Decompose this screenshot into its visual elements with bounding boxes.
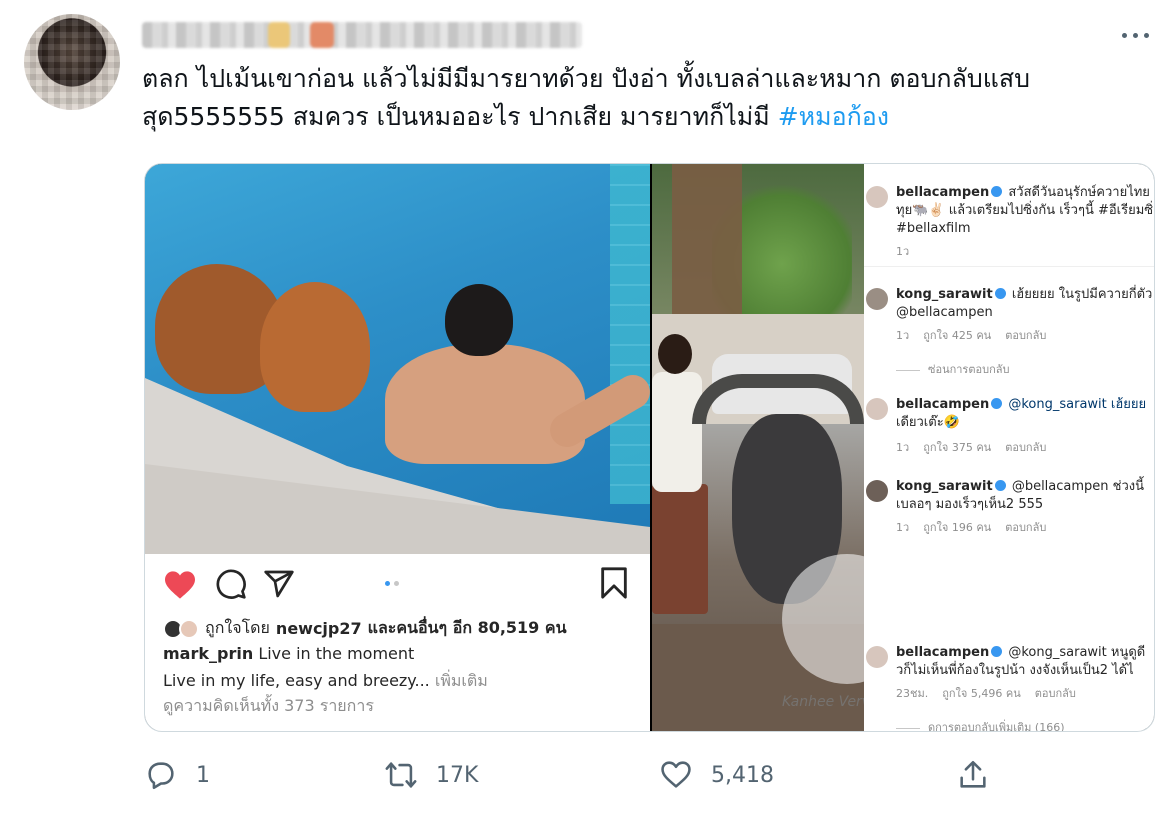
instagram-comments-screenshot: Kanhee Verververver bellacampen สวัสดีวั… <box>652 164 1155 731</box>
view-more-replies-link[interactable]: ดูการตอบกลับเพิ่มเติม (166) <box>896 718 1065 731</box>
pool-tile <box>610 164 650 504</box>
comment-user[interactable]: bellacampen <box>896 185 989 200</box>
reply-button[interactable]: 1 <box>144 758 210 792</box>
reply-link[interactable]: ตอบกลับ <box>1005 521 1046 534</box>
comment-user[interactable]: bellacampen <box>896 645 989 660</box>
retweet-count: 17K <box>436 762 479 788</box>
bookmark-icon[interactable] <box>599 566 629 600</box>
avatar <box>866 480 888 502</box>
hide-replies-link[interactable]: ซ่อนการตอบกลับ <box>896 360 1009 378</box>
comment-likes[interactable]: ถูกใจ 375 คน <box>923 441 991 454</box>
liked-by-label: ถูกใจโดย <box>205 618 270 637</box>
comments-panel: bellacampen สวัสดีวันอนุรักษ์ควายไทย จาก… <box>864 164 1155 731</box>
comment-likes[interactable]: ถูกใจ 5,496 คน <box>942 687 1021 700</box>
emoji-icon <box>310 22 334 48</box>
verified-icon <box>991 398 1003 409</box>
verified-icon <box>991 186 1003 197</box>
pool-photo <box>145 164 650 554</box>
comment-mention[interactable]: @bellacampen <box>896 304 1154 321</box>
comment-time: 23ชม. <box>896 687 929 700</box>
retweet-button[interactable]: 17K <box>384 758 478 792</box>
comment-time: 1ว <box>896 245 910 258</box>
ig-username[interactable]: mark_prin <box>163 644 253 663</box>
reply-icon <box>148 762 174 790</box>
comment-text: ทุย🐃✌🏻 แล้วเตรียมไปซิ่งกัน เร็วๆนี้ #อีเ… <box>896 203 1155 218</box>
tweet-text-line1: ตลก ไปเม้นเขาก่อน แล้วไม่มีมีมารยาทด้วย … <box>142 64 1031 93</box>
hashtag-link[interactable]: #หมอก้อง <box>778 102 889 131</box>
ig-caption: mark_prin Live in the moment <box>163 644 414 663</box>
reply-link[interactable]: ตอบกลับ <box>1005 329 1046 342</box>
tweet: ตลก ไปเม้นเขาก่อน แล้วไม่มีมีมารยาทด้วย … <box>0 0 1176 820</box>
verified-icon <box>994 480 1006 491</box>
instagram-post-screenshot: ถูกใจโดย newcjp27 และคนอื่นๆ อีก 80,519 … <box>145 164 650 731</box>
ig-more-link[interactable]: เพิ่มเติม <box>435 671 488 690</box>
comment-user[interactable]: kong_sarawit <box>896 287 993 302</box>
comment-text: #bellaxfilm <box>896 221 971 236</box>
liked-by-user[interactable]: newcjp27 <box>276 619 362 638</box>
comment-likes[interactable]: ถูกใจ 196 คน <box>923 521 991 534</box>
comment-text: เบลอๆ มองเร็วๆเห็น2 555 <box>896 497 1044 512</box>
heart-outline-icon <box>661 761 691 788</box>
liked-by-others[interactable]: และคนอื่นๆ อีก 80,519 คน <box>368 616 567 641</box>
reply-link[interactable]: ตอบกลับ <box>1035 687 1076 700</box>
dog <box>260 282 370 412</box>
comment-user[interactable]: bellacampen <box>896 397 989 412</box>
tweet-text: ตลก ไปเม้นเขาก่อน แล้วไม่มีมีมารยาทด้วย … <box>142 60 1162 136</box>
carousel-dots <box>385 581 399 586</box>
liked-by-row: ถูกใจโดย newcjp27 และคนอื่นๆ อีก 80,519 … <box>163 616 567 641</box>
comment-text: @kong_sarawit เฮ้ยยย <box>1008 397 1147 412</box>
comment-text: @kong_sarawit หนูดูดี <box>1008 645 1146 660</box>
tweet-text-body: สุด5555555 สมควร เป็นหมออะไร ปากเสีย มาร… <box>142 102 778 131</box>
emoji-icon <box>268 22 290 48</box>
comment-likes[interactable]: ถูกใจ 425 คน <box>923 329 991 342</box>
ig-caption-line2: Live in my life, easy and breezy... เพิ่… <box>163 669 488 694</box>
man-in-pool <box>385 284 650 464</box>
reply-count: 1 <box>196 762 210 788</box>
share-button[interactable] <box>956 758 990 792</box>
avatar <box>179 618 199 639</box>
comment-text: @bellacampen ช่วงนี้ <box>1011 479 1145 494</box>
comment-icon[interactable] <box>215 568 247 600</box>
comment-time: 1ว <box>896 329 910 342</box>
comment-time: 1ว <box>896 521 910 534</box>
avatar <box>866 186 888 208</box>
like-count: 5,418 <box>711 762 774 788</box>
comment-text: เดียวเต๊ะ🤣 <box>896 415 960 430</box>
reply-link[interactable]: ตอบกลับ <box>1005 441 1046 454</box>
username-blurred[interactable] <box>142 22 582 48</box>
ig-caption-text2: Live in my life, easy and breezy... <box>163 671 430 690</box>
retweet-icon <box>385 762 417 788</box>
share-icon <box>960 760 986 788</box>
comment-text: สวัสดีวันอนุรักษ์ควายไทย จาก <box>1008 185 1154 200</box>
comment-time: 1ว <box>896 441 910 454</box>
avatar <box>866 288 888 310</box>
comment-text: วก็ไม่เห็นพี่ก้องในรูปน้า งงจังเห็นเป็น2… <box>896 663 1134 678</box>
verified-icon <box>994 288 1006 299</box>
more-options-icon[interactable] <box>1118 28 1152 42</box>
media-card[interactable]: ถูกใจโดย newcjp27 และคนอื่นๆ อีก 80,519 … <box>144 163 1155 732</box>
pool-deck <box>145 464 650 554</box>
ig-caption-text: Live in the moment <box>258 644 415 663</box>
avatar[interactable] <box>24 14 120 110</box>
tweet-text-line2: สุด5555555 สมควร เป็นหมออะไร ปากเสีย มาร… <box>142 98 1162 136</box>
comment-text: เฮ้ยยยย ในรูปมีควายกี่ตัว <box>1011 287 1153 302</box>
heart-icon[interactable] <box>163 570 197 600</box>
verified-icon <box>991 646 1003 657</box>
instagram-action-area: ถูกใจโดย newcjp27 และคนอื่นๆ อีก 80,519 … <box>145 554 650 731</box>
avatar <box>866 646 888 668</box>
view-comments-link[interactable]: ดูความคิดเห็นทั้ง 373 รายการ <box>163 694 374 719</box>
tweet-actions: 1 17K 5,418 <box>144 752 1155 806</box>
avatar <box>866 398 888 420</box>
like-button[interactable]: 5,418 <box>659 758 774 792</box>
comment-user[interactable]: kong_sarawit <box>896 479 993 494</box>
send-icon[interactable] <box>263 568 295 600</box>
